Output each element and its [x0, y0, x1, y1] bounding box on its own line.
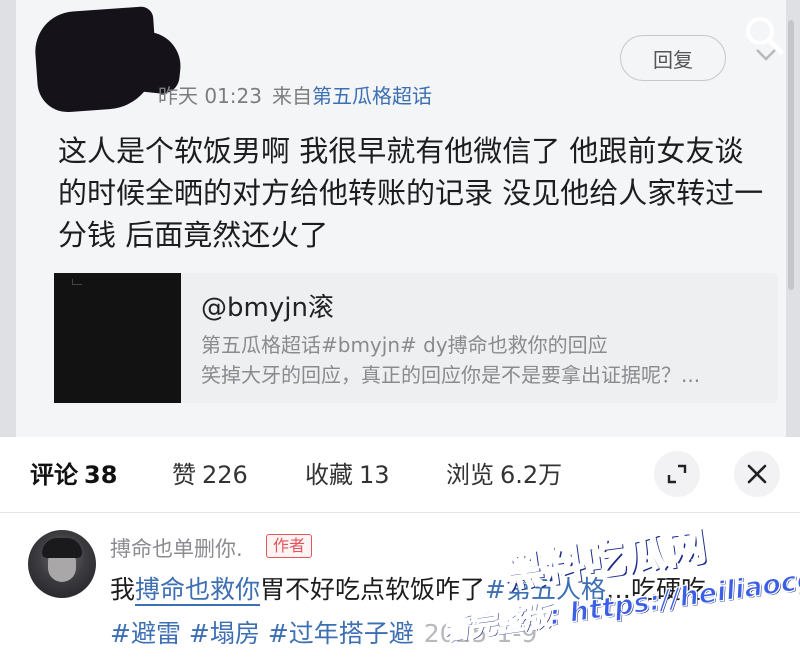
- close-button[interactable]: [734, 451, 780, 497]
- quoted-post-title: @bmyjn滚: [201, 293, 334, 323]
- tab-label: 评论: [30, 461, 78, 489]
- topic-link[interactable]: 第五瓜格超话: [312, 84, 432, 108]
- scrollbar[interactable]: [788, 20, 794, 290]
- tab-count: 38: [84, 461, 118, 489]
- expand-icon: [667, 464, 687, 484]
- quoted-post-line: 笑掉大牙的回应，真正的回应你是不是要拿出证据呢？...: [201, 363, 701, 387]
- post-body-line: 的时候全晒的对方给他转账的记录 没见他给人家转过一: [58, 176, 764, 210]
- post-meta: 昨天 01:23 来自第五瓜格超话: [158, 80, 432, 109]
- post-area: 昨天 01:23 来自第五瓜格超话 回复 这人是个软饭男啊 我很早就有他微信了 …: [0, 0, 800, 437]
- post-body-line: 分钱 后面竟然还火了: [58, 218, 329, 252]
- tab-comments[interactable]: 评论 38: [30, 457, 117, 493]
- post-card: 昨天 01:23 来自第五瓜格超话 回复 这人是个软饭男啊 我很早就有他微信了 …: [16, 0, 794, 437]
- from-label: 来自: [272, 84, 312, 108]
- hashtag-link[interactable]: #避雷: [110, 619, 181, 648]
- quoted-post-line: 第五瓜格超话#bmyjn# dy搏命也救你的回应: [201, 333, 608, 357]
- quoted-post-card[interactable]: @bmyjn滚 第五瓜格超话#bmyjn# dy搏命也救你的回应 笑掉大牙的回应…: [54, 273, 778, 403]
- author-badge: 作者: [266, 534, 313, 558]
- tab-label: 浏览: [446, 461, 494, 489]
- quoted-post-thumbnail: [54, 273, 181, 403]
- tab-label: 收藏: [305, 461, 353, 489]
- post-body: 这人是个软饭男啊 我很早就有他微信了 他跟前女友谈 的时候全晒的对方给他转账的记…: [58, 130, 780, 256]
- post-time: 昨天 01:23: [158, 84, 262, 108]
- post-source: 来自第五瓜格超话: [272, 80, 432, 109]
- divider: [0, 512, 800, 513]
- tab-views[interactable]: 浏览 6.2万: [446, 457, 562, 493]
- tab-label: 赞: [172, 461, 196, 489]
- mention-link[interactable]: 搏命也救你: [135, 575, 261, 606]
- expand-button[interactable]: [654, 451, 700, 497]
- avatar[interactable]: [28, 530, 96, 598]
- chevron-down-icon[interactable]: [751, 46, 781, 64]
- tab-favorites[interactable]: 收藏 13: [305, 457, 390, 493]
- comment-text: 我: [110, 575, 136, 604]
- hashtag-link[interactable]: #过年搭子避: [268, 619, 414, 648]
- tab-count: 226: [202, 461, 248, 489]
- tab-count: 6.2万: [500, 461, 563, 489]
- comment-username[interactable]: 搏命也单删你.: [110, 533, 243, 563]
- reply-button[interactable]: 回复: [620, 35, 726, 81]
- tab-count: 13: [359, 461, 390, 489]
- tab-likes[interactable]: 赞 226: [172, 457, 248, 493]
- hashtag-link[interactable]: #塌房: [189, 619, 260, 648]
- post-body-line: 这人是个软饭男啊 我很早就有他微信了 他跟前女友谈: [58, 134, 744, 168]
- comment-text: 胃不好吃点软饭咋了: [260, 575, 486, 604]
- close-icon: [747, 464, 767, 484]
